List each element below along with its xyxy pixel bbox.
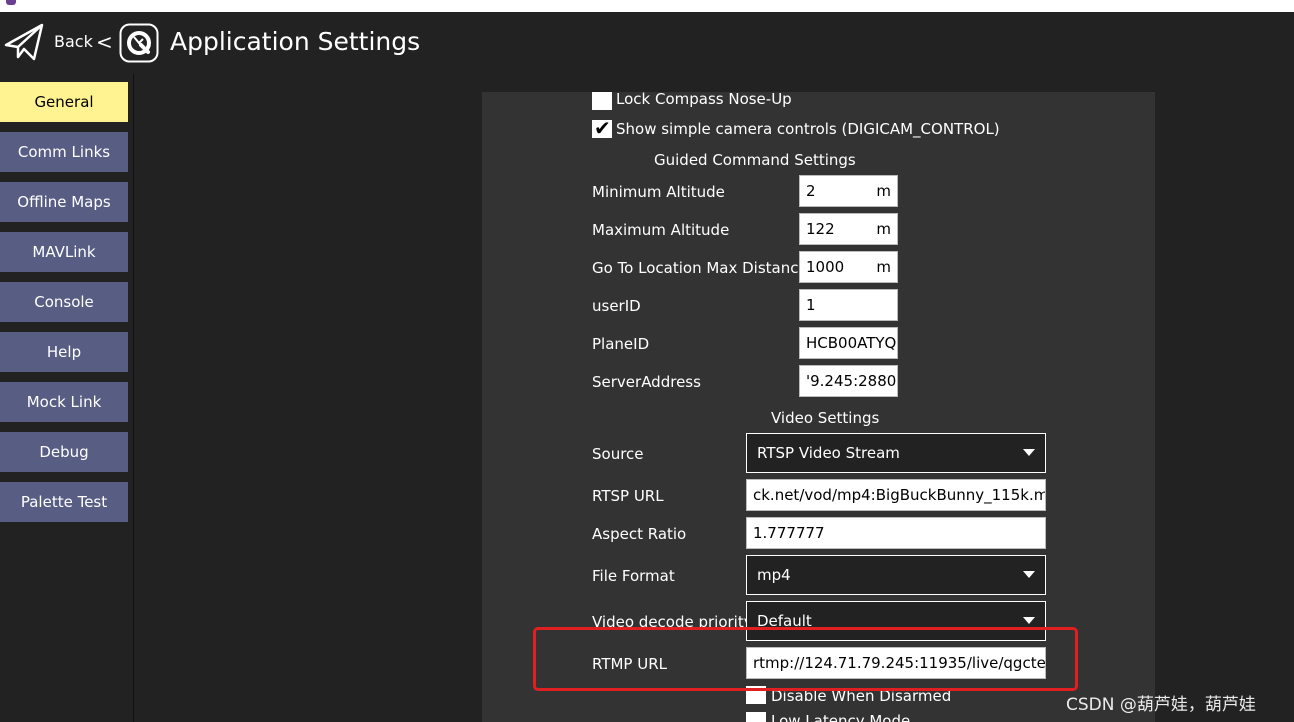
app-icon bbox=[6, 0, 16, 5]
sidebar-item-label: Mock Link bbox=[26, 393, 102, 411]
page-title: Application Settings bbox=[170, 27, 421, 56]
window-titlebar bbox=[0, 0, 1294, 12]
user-id-value: 1 bbox=[806, 296, 816, 314]
server-address-value: '9.245:28805 bbox=[806, 372, 898, 390]
simple-camera-label: Show simple camera controls (DIGICAM_CON… bbox=[616, 120, 1000, 138]
dropdown-arrow-icon bbox=[1023, 617, 1035, 624]
user-id-label: userID bbox=[592, 297, 641, 315]
sidebar-divider bbox=[133, 74, 134, 722]
qgc-logo-icon bbox=[119, 23, 159, 63]
plane-id-label: PlaneID bbox=[592, 335, 650, 353]
paper-plane-icon[interactable] bbox=[4, 21, 46, 63]
sidebar-item-general[interactable]: General bbox=[0, 82, 128, 122]
plane-id-value: HCB00ATYQS bbox=[806, 334, 898, 352]
file-format-label: File Format bbox=[592, 567, 675, 585]
max-altitude-unit: m bbox=[876, 220, 891, 238]
min-altitude-input[interactable]: 2 m bbox=[799, 175, 898, 207]
sidebar-item-label: Debug bbox=[39, 443, 89, 461]
goto-distance-input[interactable]: 1000 m bbox=[799, 251, 898, 283]
sidebar-item-debug[interactable]: Debug bbox=[0, 432, 128, 472]
sidebar-item-mavlink[interactable]: MAVLink bbox=[0, 232, 128, 272]
source-value: RTSP Video Stream bbox=[757, 444, 900, 462]
goto-distance-unit: m bbox=[876, 258, 891, 276]
rtsp-url-input[interactable]: ck.net/vod/mp4:BigBuckBunny_115k.mp4 bbox=[746, 479, 1046, 511]
max-altitude-value: 122 bbox=[806, 220, 835, 238]
checkmark-icon: ✔ bbox=[594, 116, 611, 140]
min-altitude-label: Minimum Altitude bbox=[592, 183, 725, 201]
goto-distance-value: 1000 bbox=[806, 258, 845, 276]
rtsp-url-label: RTSP URL bbox=[592, 487, 664, 505]
min-altitude-value: 2 bbox=[806, 182, 816, 200]
sidebar-item-label: General bbox=[34, 93, 94, 111]
sidebar-item-console[interactable]: Console bbox=[0, 282, 128, 322]
back-button[interactable]: Back bbox=[54, 32, 93, 51]
server-address-input[interactable]: '9.245:28805 bbox=[799, 365, 898, 397]
max-altitude-input[interactable]: 122 m bbox=[799, 213, 898, 245]
lock-compass-label: Lock Compass Nose-Up bbox=[616, 92, 792, 108]
source-label: Source bbox=[592, 445, 644, 463]
video-section-title: Video Settings bbox=[771, 409, 880, 427]
aspect-ratio-input[interactable]: 1.777777 bbox=[746, 517, 1046, 549]
aspect-ratio-label: Aspect Ratio bbox=[592, 525, 687, 543]
user-id-input[interactable]: 1 bbox=[799, 289, 898, 321]
chevron-left-icon: < bbox=[96, 30, 113, 54]
max-altitude-label: Maximum Altitude bbox=[592, 221, 730, 239]
sidebar-item-label: Console bbox=[34, 293, 94, 311]
sidebar-item-help[interactable]: Help bbox=[0, 332, 128, 372]
sidebar-item-label: Offline Maps bbox=[17, 193, 111, 211]
file-format-value: mp4 bbox=[757, 566, 791, 584]
server-address-label: ServerAddress bbox=[592, 373, 701, 391]
sidebar-item-label: Palette Test bbox=[20, 493, 108, 511]
plane-id-input[interactable]: HCB00ATYQS bbox=[799, 327, 898, 359]
sidebar-item-palette-test[interactable]: Palette Test bbox=[0, 482, 128, 522]
low-latency-checkbox[interactable] bbox=[746, 712, 766, 722]
file-format-dropdown[interactable]: mp4 bbox=[746, 555, 1046, 595]
dropdown-arrow-icon bbox=[1023, 571, 1035, 578]
low-latency-label: Low Latency Mode bbox=[771, 712, 911, 722]
simple-camera-checkbox[interactable]: ✔ bbox=[592, 116, 612, 140]
rtsp-url-value: ck.net/vod/mp4:BigBuckBunny_115k.mp4 bbox=[753, 486, 1046, 504]
source-dropdown[interactable]: RTSP Video Stream bbox=[746, 433, 1046, 473]
min-altitude-unit: m bbox=[876, 182, 891, 200]
red-annotation-box bbox=[533, 627, 1078, 691]
guided-section-title: Guided Command Settings bbox=[654, 151, 856, 169]
goto-distance-label: Go To Location Max Distance bbox=[592, 259, 808, 277]
sidebar-item-comm-links[interactable]: Comm Links bbox=[0, 132, 128, 172]
sidebar-item-mock-link[interactable]: Mock Link bbox=[0, 382, 128, 422]
sidebar-item-label: MAVLink bbox=[32, 243, 96, 261]
lock-compass-checkbox[interactable] bbox=[592, 92, 612, 110]
watermark-text: CSDN @葫芦娃，葫芦娃 bbox=[1066, 695, 1256, 715]
aspect-ratio-value: 1.777777 bbox=[753, 524, 825, 542]
sidebar-item-label: Comm Links bbox=[17, 143, 111, 161]
dropdown-arrow-icon bbox=[1023, 449, 1035, 456]
sidebar-item-offline-maps[interactable]: Offline Maps bbox=[0, 182, 128, 222]
sidebar-item-label: Help bbox=[46, 343, 82, 361]
